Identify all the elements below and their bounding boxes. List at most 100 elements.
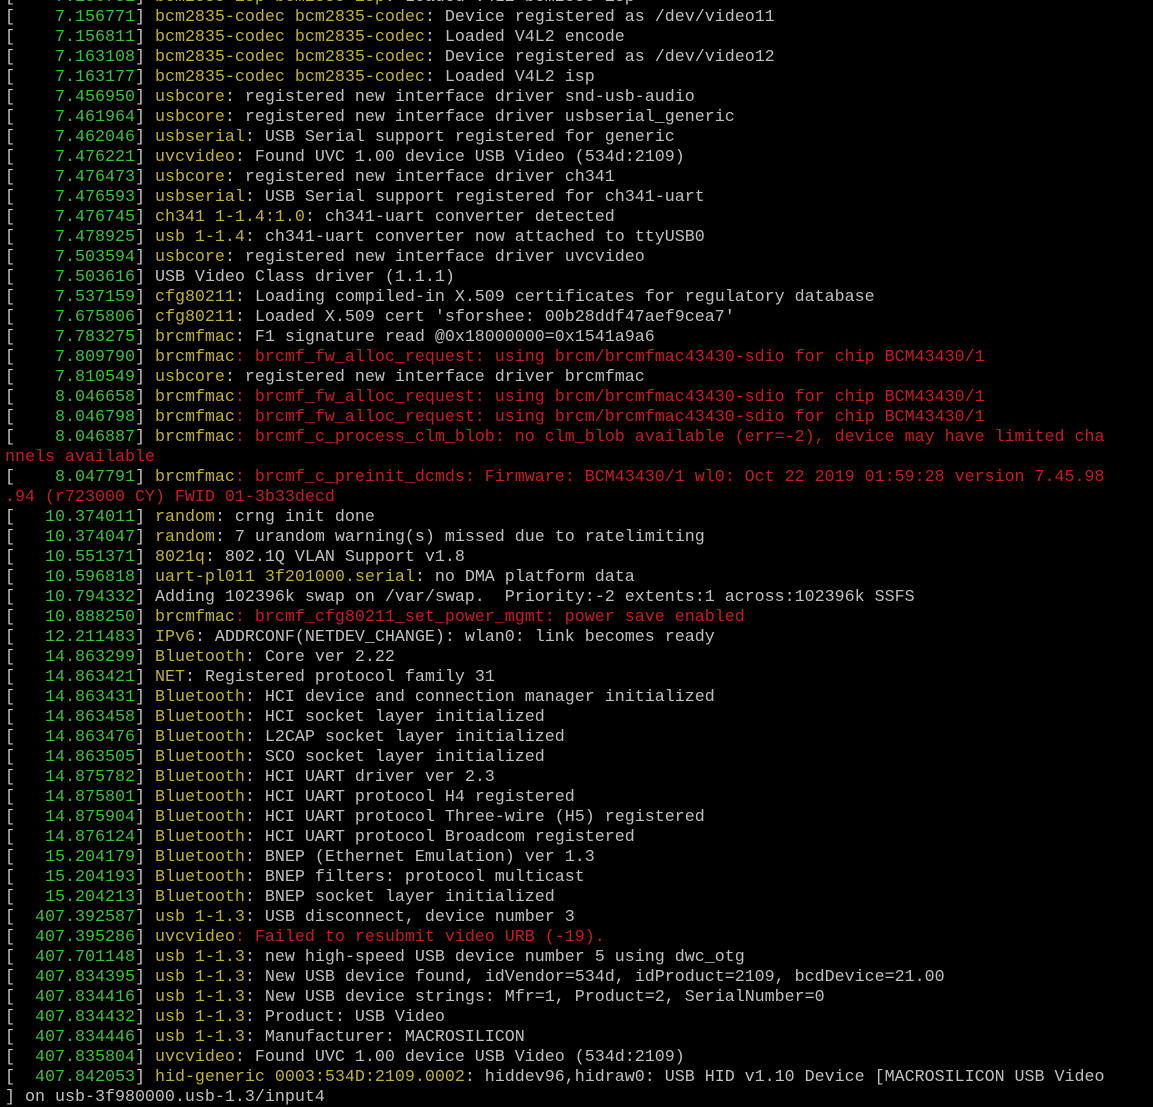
log-source: usb 1-1.3 xyxy=(154,948,245,967)
terminal-output[interactable]: [ 7.156731] bcm2835-isp bcm2835-isp: Loa… xyxy=(0,0,1153,1107)
timestamp-bracket-close: ] xyxy=(134,808,155,827)
timestamp-bracket-open: [ xyxy=(5,1068,15,1087)
timestamp-bracket-close: ] xyxy=(134,388,155,407)
log-timestamp: 10.596818 xyxy=(15,568,135,587)
log-message: : USB Serial support registered for ch34… xyxy=(244,188,705,207)
log-line: [ 407.392587] usb 1-1.3: USB disconnect,… xyxy=(5,908,1153,928)
log-source: Bluetooth xyxy=(154,648,245,667)
timestamp-bracket-open: [ xyxy=(5,568,15,587)
log-line: [ 10.374011] random: crng init done xyxy=(5,508,1153,528)
log-timestamp: 15.204213 xyxy=(15,888,135,907)
timestamp-bracket-close: ] xyxy=(134,868,155,887)
log-timestamp: 10.794332 xyxy=(15,588,135,607)
log-line: ] on usb-3f980000.usb-1.3/input4 xyxy=(5,1088,1153,1107)
log-message: : USB disconnect, device number 3 xyxy=(244,908,575,927)
log-line: [ 7.537159] cfg80211: Loading compiled-i… xyxy=(5,288,1153,308)
timestamp-bracket-open: [ xyxy=(5,748,15,767)
timestamp-bracket-open: [ xyxy=(5,1008,15,1027)
timestamp-bracket-close: ] xyxy=(134,108,155,127)
timestamp-bracket-open: [ xyxy=(5,268,15,287)
log-timestamp: 407.834432 xyxy=(15,1008,135,1027)
log-timestamp: 10.374011 xyxy=(15,508,135,527)
log-timestamp: 8.046658 xyxy=(15,388,135,407)
log-timestamp: 7.476593 xyxy=(15,188,135,207)
timestamp-bracket-close: ] xyxy=(134,268,155,287)
log-timestamp: 7.783275 xyxy=(15,328,135,347)
log-timestamp: 14.863421 xyxy=(15,668,135,687)
timestamp-bracket-open: [ xyxy=(5,68,15,87)
timestamp-bracket-open: [ xyxy=(5,968,15,987)
log-line: [ 14.875904] Bluetooth: HCI UART protoco… xyxy=(5,808,1153,828)
log-wrap-text: .94 (r723000 CY) FWID 01-3b33decd xyxy=(5,488,335,507)
log-source: usb 1-1.3 xyxy=(154,1008,245,1027)
timestamp-bracket-open: [ xyxy=(5,248,15,267)
log-line: [ 8.046798] brcmfmac: brcmf_fw_alloc_req… xyxy=(5,408,1153,428)
timestamp-bracket-close: ] xyxy=(135,0,155,7)
log-line: [ 7.156731] bcm2835-isp bcm2835-isp: Loa… xyxy=(5,0,1153,8)
log-source: usbserial xyxy=(154,128,245,147)
timestamp-bracket-open: [ xyxy=(5,908,15,927)
timestamp-bracket-open: [ xyxy=(5,828,15,847)
timestamp-bracket-close: ] xyxy=(134,88,155,107)
log-error-message: : brcmf_c_preinit_dcmds: Firmware: BCM43… xyxy=(234,468,1105,487)
timestamp-bracket-close: ] xyxy=(134,588,155,607)
log-message: : Device registered as /dev/video11 xyxy=(424,8,775,27)
log-line: [ 7.156771] bcm2835-codec bcm2835-codec:… xyxy=(5,8,1153,28)
timestamp-bracket-close: ] xyxy=(134,988,155,1007)
log-line: [ 407.842053] hid-generic 0003:534D:2109… xyxy=(5,1068,1153,1088)
log-line: [ 7.476221] uvcvideo: Found UVC 1.00 dev… xyxy=(5,148,1153,168)
log-line: [ 7.809790] brcmfmac: brcmf_fw_alloc_req… xyxy=(5,348,1153,368)
log-line: [ 10.551371] 8021q: 802.1Q VLAN Support … xyxy=(5,548,1153,568)
log-source: bcm2835-codec bcm2835-codec xyxy=(154,28,425,47)
log-timestamp: 7.675806 xyxy=(15,308,135,327)
log-message: : Loaded V4L2 bcm2835-isp xyxy=(385,0,635,7)
log-timestamp: 407.835804 xyxy=(15,1048,135,1067)
log-line: [ 407.701148] usb 1-1.3: new high-speed … xyxy=(5,948,1153,968)
log-source: usb 1-1.3 xyxy=(154,988,245,1007)
log-source: usbcore xyxy=(154,88,225,107)
timestamp-bracket-close: ] xyxy=(134,548,155,567)
log-source: brcmfmac xyxy=(154,408,235,427)
log-line: [ 14.863505] Bluetooth: SCO socket layer… xyxy=(5,748,1153,768)
log-message: : New USB device strings: Mfr=1, Product… xyxy=(244,988,825,1007)
log-source: 8021q xyxy=(154,548,205,567)
log-timestamp: 15.204193 xyxy=(15,868,135,887)
log-wrap-text: nnels available xyxy=(5,448,155,467)
timestamp-bracket-open: [ xyxy=(5,888,15,907)
log-message: : 7 urandom warning(s) missed due to rat… xyxy=(214,528,705,547)
log-source: Bluetooth xyxy=(154,848,245,867)
log-message: : Found UVC 1.00 device USB Video (534d:… xyxy=(234,148,685,167)
log-line: [ 7.156811] bcm2835-codec bcm2835-codec:… xyxy=(5,28,1153,48)
log-timestamp: 7.476221 xyxy=(15,148,135,167)
log-line: [ 14.876124] Bluetooth: HCI UART protoco… xyxy=(5,828,1153,848)
timestamp-bracket-open: [ xyxy=(5,1048,15,1067)
log-error-message: : brcmf_fw_alloc_request: using brcm/brc… xyxy=(234,408,985,427)
timestamp-bracket-close: ] xyxy=(134,968,155,987)
log-message: : registered new interface driver snd-us… xyxy=(224,88,695,107)
log-message: : 802.1Q VLAN Support v1.8 xyxy=(204,548,465,567)
timestamp-bracket-close: ] xyxy=(134,308,155,327)
log-timestamp: 14.863505 xyxy=(15,748,135,767)
log-source: uart-pl011 3f201000.serial xyxy=(154,568,415,587)
log-timestamp: 7.810549 xyxy=(15,368,135,387)
timestamp-bracket-open: [ xyxy=(5,768,15,787)
log-message: : ch341-uart converter now attached to t… xyxy=(244,228,705,247)
log-message: : new high-speed USB device number 5 usi… xyxy=(244,948,745,967)
log-line: [ 14.863299] Bluetooth: Core ver 2.22 xyxy=(5,648,1153,668)
timestamp-bracket-close: ] xyxy=(134,668,155,687)
timestamp-bracket-open: [ xyxy=(5,208,15,227)
timestamp-bracket-close: ] xyxy=(134,468,155,487)
log-line: [ 10.596818] uart-pl011 3f201000.serial:… xyxy=(5,568,1153,588)
timestamp-bracket-open: [ xyxy=(5,128,15,147)
log-timestamp: 407.701148 xyxy=(15,948,135,967)
timestamp-bracket-open: [ xyxy=(5,468,15,487)
timestamp-bracket-open: [ xyxy=(5,28,15,47)
log-source: random xyxy=(154,508,215,527)
log-source: usbcore xyxy=(154,168,225,187)
log-source: usb 1-1.4 xyxy=(154,228,245,247)
timestamp-bracket-close: ] xyxy=(134,148,155,167)
log-message: : SCO socket layer initialized xyxy=(244,748,545,767)
timestamp-bracket-close: ] xyxy=(134,628,155,647)
timestamp-bracket-open: [ xyxy=(5,948,15,967)
log-timestamp: 407.834395 xyxy=(15,968,135,987)
